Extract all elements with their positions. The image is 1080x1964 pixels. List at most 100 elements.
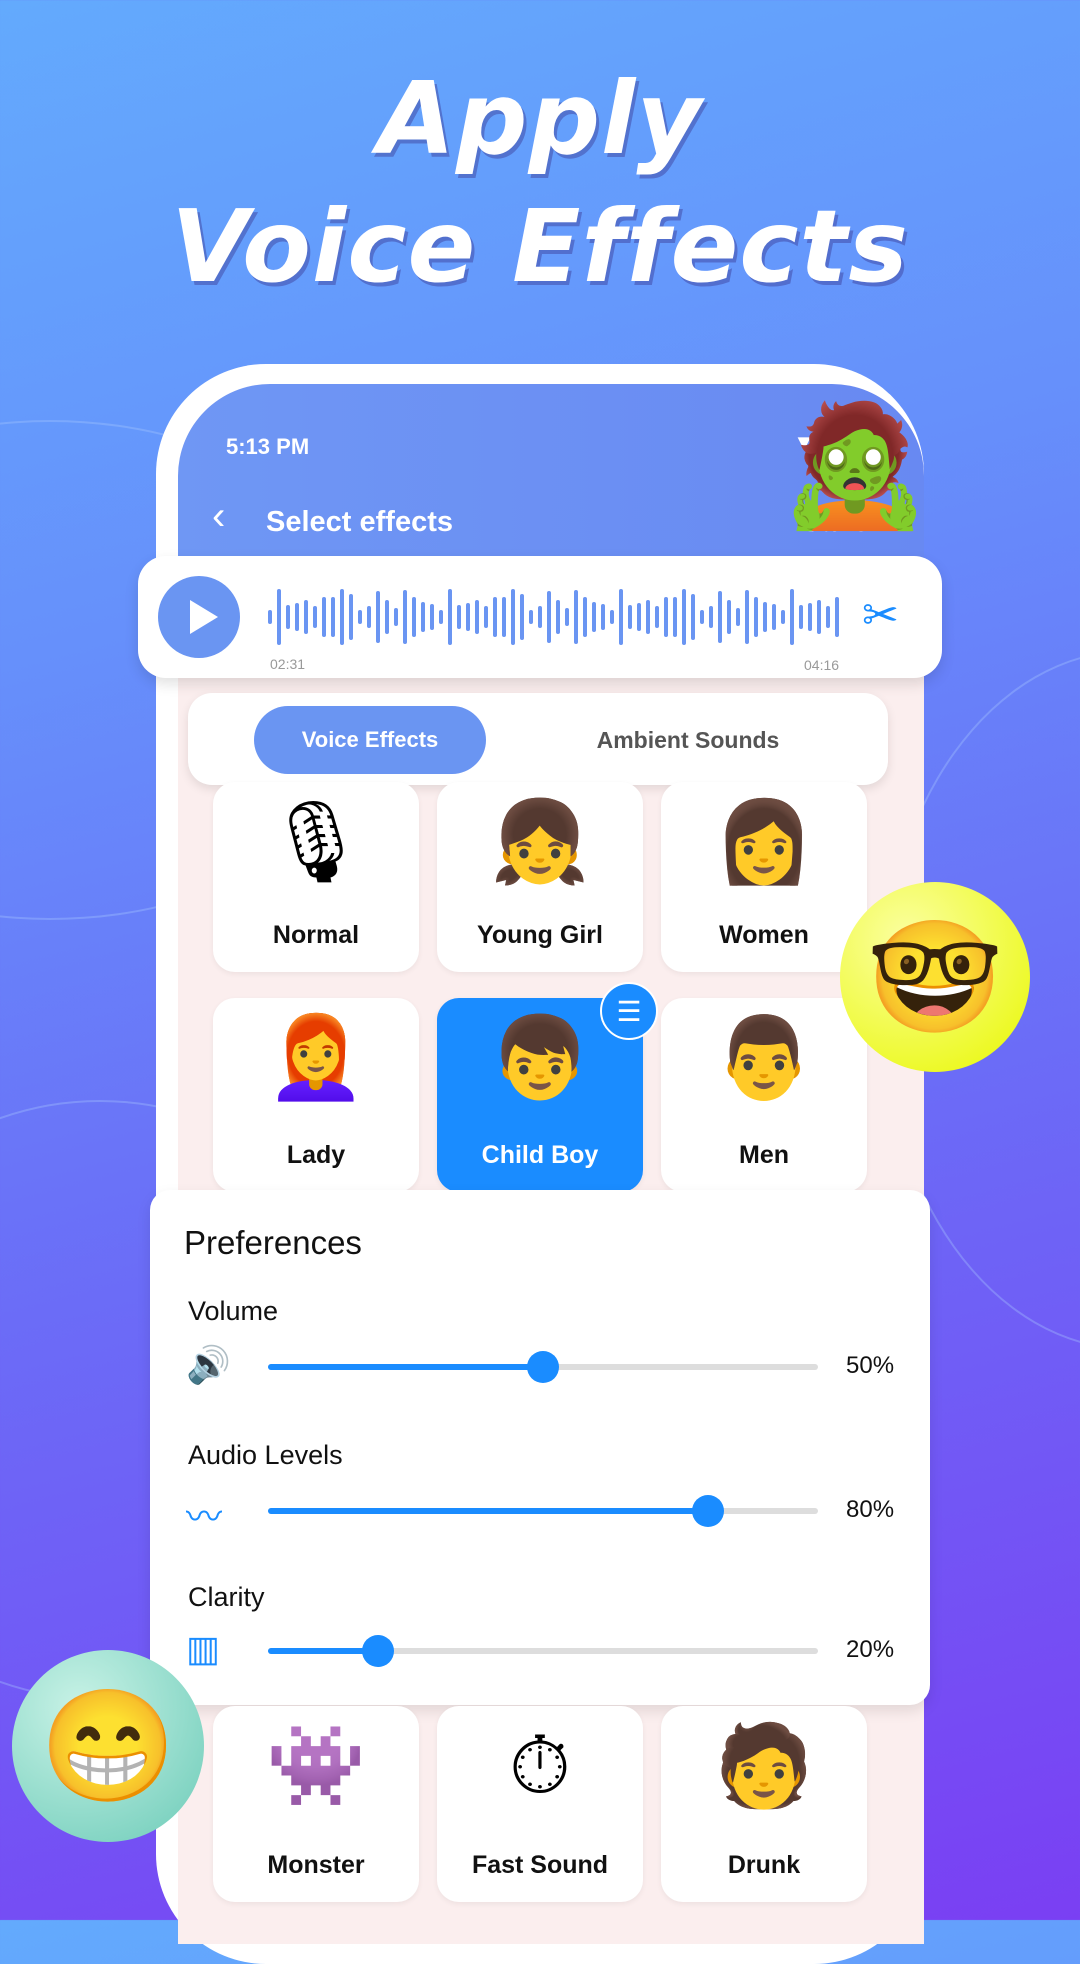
waveform-bar bbox=[277, 589, 281, 645]
effect-label: Child Boy bbox=[481, 1141, 599, 1169]
waveform-bar bbox=[583, 597, 587, 637]
waveform-bar bbox=[709, 606, 713, 628]
effect-card-young-girl[interactable]: 👧 Young Girl bbox=[437, 782, 643, 972]
waveform-bar bbox=[403, 590, 407, 644]
clarity-value: 20% bbox=[846, 1636, 895, 1663]
drunk-avatar: 🧑 bbox=[714, 1721, 814, 1810]
woman-avatar: 👩 bbox=[714, 797, 814, 886]
slider-knob[interactable] bbox=[527, 1351, 559, 1383]
effect-card-lady[interactable]: 👩‍🦰 Lady bbox=[213, 998, 419, 1192]
waveform-bar bbox=[718, 591, 722, 643]
waveform-bar bbox=[628, 605, 632, 629]
waveform-bar bbox=[295, 603, 299, 631]
waveform-bar bbox=[601, 604, 605, 630]
waveform-bar bbox=[448, 589, 452, 645]
effect-label: Monster bbox=[267, 1851, 365, 1879]
chevron-left-icon[interactable]: ‹ bbox=[212, 494, 225, 539]
waveform-bar bbox=[790, 589, 794, 645]
effect-label: Lady bbox=[286, 1141, 346, 1169]
waveform-bar bbox=[556, 600, 560, 634]
waveform-bar bbox=[817, 600, 821, 634]
waveform-bar bbox=[439, 610, 443, 624]
effect-label: Normal bbox=[272, 921, 360, 949]
volume-value: 50% bbox=[846, 1352, 895, 1379]
waveform-bar bbox=[466, 603, 470, 631]
waveform-bar bbox=[637, 603, 641, 631]
audio-levels-label: Audio Levels bbox=[188, 1440, 343, 1470]
waveform-bar bbox=[286, 605, 290, 629]
effect-card-fast-sound[interactable]: ⏱ Fast Sound bbox=[437, 1706, 643, 1902]
tune-settings-icon[interactable]: ☰ bbox=[600, 982, 658, 1040]
tab-ambient-sounds[interactable]: Ambient Sounds bbox=[568, 706, 808, 774]
scissors-icon[interactable]: ✂ bbox=[862, 590, 899, 641]
waveform-bar bbox=[511, 589, 515, 645]
slider-knob[interactable] bbox=[362, 1635, 394, 1667]
waveform-bar bbox=[673, 597, 677, 637]
headline-line2: Voice Effects bbox=[171, 188, 909, 305]
waveform-bar bbox=[610, 610, 614, 624]
waveform-bar bbox=[691, 594, 695, 640]
audio-player: 02:31 04:16 ✂ bbox=[138, 556, 942, 678]
waveform-bar bbox=[781, 610, 785, 624]
waveform-bar bbox=[619, 589, 623, 645]
slider-fill bbox=[268, 1364, 543, 1370]
waveform-bar bbox=[664, 597, 668, 637]
waveform-bar bbox=[421, 602, 425, 632]
waveform-bar bbox=[268, 610, 272, 624]
waveform-bar bbox=[592, 602, 596, 632]
waveform-bar bbox=[313, 606, 317, 628]
tab-bar: Voice Effects Ambient Sounds bbox=[188, 693, 888, 785]
effect-card-drunk[interactable]: 🧑 Drunk bbox=[661, 1706, 867, 1902]
waveform-bar bbox=[565, 608, 569, 626]
waveform-bar bbox=[457, 605, 461, 629]
waveform-bar bbox=[835, 597, 839, 637]
waveform-bar bbox=[502, 597, 506, 637]
effect-label: Women bbox=[719, 921, 809, 949]
clarity-slider[interactable] bbox=[268, 1635, 818, 1667]
waveform-bar bbox=[574, 590, 578, 644]
volume-slider[interactable] bbox=[268, 1351, 818, 1383]
effect-label: Men bbox=[739, 1141, 789, 1169]
waveform-bar bbox=[304, 600, 308, 634]
waveform-icon: 〰 bbox=[186, 1496, 223, 1537]
waveform-bar bbox=[331, 597, 335, 637]
preferences-title: Preferences bbox=[184, 1224, 362, 1261]
waveform-bar bbox=[547, 591, 551, 643]
waveform-bar bbox=[646, 600, 650, 634]
waveform-bar bbox=[475, 600, 479, 634]
clarity-label: Clarity bbox=[188, 1582, 265, 1612]
speaker-icon: 🔊 bbox=[186, 1344, 231, 1385]
tab-voice-effects[interactable]: Voice Effects bbox=[254, 706, 486, 774]
effect-card-men[interactable]: 👨 Men bbox=[661, 998, 867, 1192]
monster-icon: 👾 bbox=[266, 1721, 366, 1810]
page-title: Select effects bbox=[266, 506, 453, 538]
waveform-bar bbox=[700, 610, 704, 624]
man-avatar: 👨 bbox=[714, 1013, 814, 1102]
waveform-bar bbox=[682, 589, 686, 645]
waveform-bar bbox=[736, 608, 740, 626]
waveform-bar bbox=[385, 600, 389, 634]
waveform-bar bbox=[520, 594, 524, 640]
waveform-bar bbox=[376, 591, 380, 643]
waveform-bar bbox=[826, 606, 830, 628]
effect-card-women[interactable]: 👩 Women bbox=[661, 782, 867, 972]
waveform-bar bbox=[808, 603, 812, 631]
effect-card-monster[interactable]: 👾 Monster bbox=[213, 1706, 419, 1902]
waveform-bar bbox=[493, 597, 497, 637]
child-boy-avatar: 👦 bbox=[490, 1013, 590, 1102]
waveform[interactable] bbox=[268, 588, 844, 646]
slider-fill bbox=[268, 1508, 708, 1514]
play-icon[interactable] bbox=[158, 576, 240, 658]
waveform-bar bbox=[538, 606, 542, 628]
waveform-bar bbox=[529, 610, 533, 624]
soundwave-icon: 🎙 bbox=[265, 797, 367, 886]
waveform-bar bbox=[727, 600, 731, 634]
effect-label: Young Girl bbox=[477, 921, 603, 949]
stopwatch-icon: ⏱ bbox=[508, 1721, 572, 1810]
effect-label: Drunk bbox=[727, 1851, 801, 1879]
effect-card-normal[interactable]: 🎙 Normal bbox=[213, 782, 419, 972]
waveform-bar bbox=[367, 606, 371, 628]
waveform-bar bbox=[655, 606, 659, 628]
slider-knob[interactable] bbox=[692, 1495, 724, 1527]
audio-levels-slider[interactable] bbox=[268, 1495, 818, 1527]
